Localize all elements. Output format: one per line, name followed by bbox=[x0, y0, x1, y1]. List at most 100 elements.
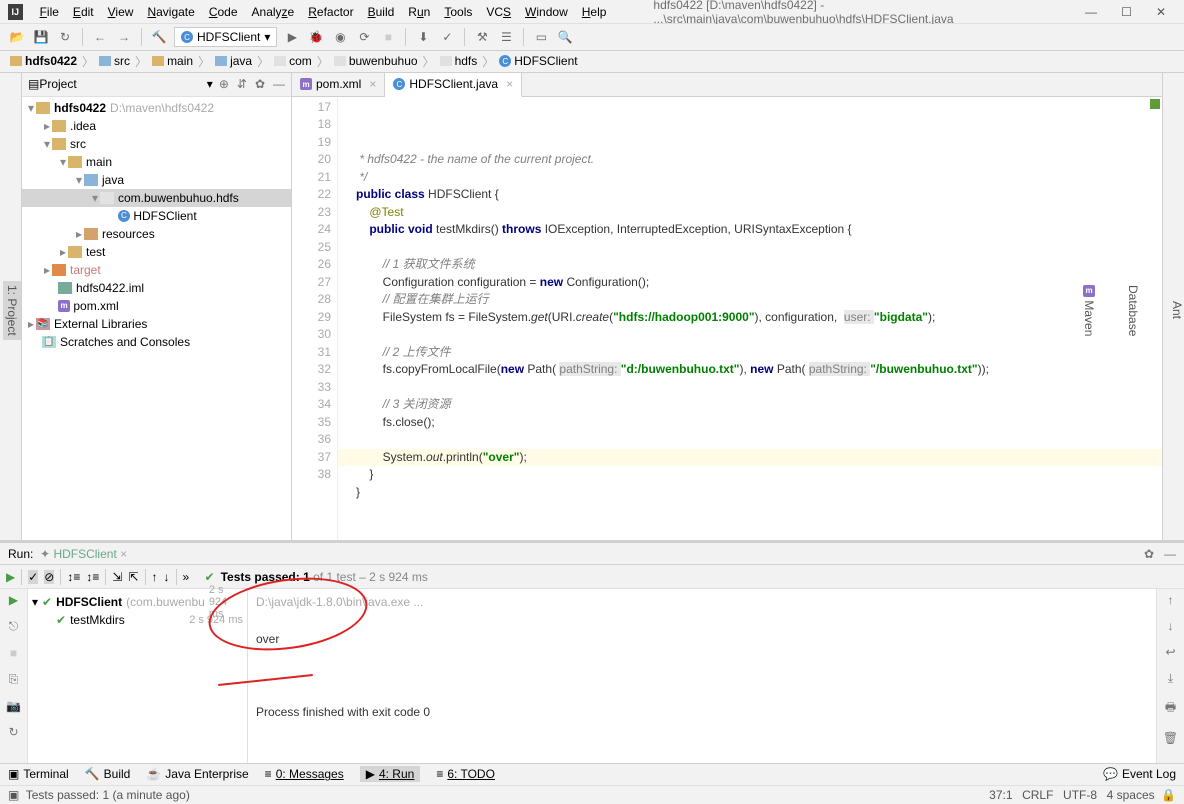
tree-extlib[interactable]: ▸📚External Libraries bbox=[22, 315, 291, 333]
menu-refactor[interactable]: Refactor bbox=[301, 3, 360, 21]
editor-body[interactable]: 1718 19 20 21 222324 252627 282930 31323… bbox=[292, 97, 1162, 541]
export-icon[interactable]: » bbox=[183, 570, 190, 584]
close-icon[interactable]: × bbox=[369, 77, 376, 91]
menu-file[interactable]: File bbox=[33, 3, 66, 21]
coverage-icon[interactable]: ◉ bbox=[331, 28, 349, 46]
tree-src[interactable]: ▾src bbox=[22, 135, 291, 153]
vcs-commit-icon[interactable]: ✓ bbox=[438, 28, 456, 46]
forward-icon[interactable]: → bbox=[115, 28, 133, 46]
expand-icon[interactable]: ⇲ bbox=[112, 570, 122, 584]
crumb-com[interactable]: com bbox=[272, 54, 314, 68]
hide-icon[interactable]: — bbox=[1164, 547, 1176, 561]
crumb-hdfs[interactable]: hdfs bbox=[438, 54, 480, 68]
bottom-eventlog[interactable]: 💬 Event Log bbox=[1103, 767, 1176, 781]
tree-java[interactable]: ▾java bbox=[22, 171, 291, 189]
tree-idea[interactable]: ▸.idea bbox=[22, 117, 291, 135]
menu-edit[interactable]: Edit bbox=[66, 3, 101, 21]
status-pos[interactable]: 37:1 bbox=[989, 788, 1012, 802]
menu-tools[interactable]: Tools bbox=[437, 3, 479, 21]
trash-icon[interactable]: 🗑 bbox=[1163, 731, 1178, 745]
tool-ant[interactable]: Ant bbox=[1170, 301, 1184, 319]
status-indent[interactable]: 4 spaces bbox=[1107, 788, 1155, 802]
menu-code[interactable]: Code bbox=[202, 3, 245, 21]
check-icon[interactable]: ✓ bbox=[28, 570, 38, 584]
stop-icon[interactable]: ■ bbox=[10, 646, 17, 660]
run-icon[interactable]: ▶ bbox=[283, 28, 301, 46]
tree-target[interactable]: ▸target bbox=[22, 261, 291, 279]
menu-analyze[interactable]: Analyze bbox=[245, 3, 302, 21]
tab-pom[interactable]: mpom.xml× bbox=[292, 73, 385, 96]
crumb-buwenbuhuo[interactable]: buwenbuhuo bbox=[332, 54, 420, 68]
up-arrow-icon[interactable]: ↑ bbox=[1168, 593, 1174, 607]
tree-main[interactable]: ▾main bbox=[22, 153, 291, 171]
pin-icon[interactable]: ⎋ bbox=[9, 619, 19, 634]
close-icon[interactable]: × bbox=[506, 77, 513, 91]
down-icon[interactable]: ↓ bbox=[164, 570, 170, 584]
structure-icon[interactable]: ☰ bbox=[497, 28, 515, 46]
run-config-combo[interactable]: C HDFSClient ▾ bbox=[174, 27, 277, 47]
console-output[interactable]: D:\java\jdk-1.8.0\bin\java.exe ... over … bbox=[248, 589, 1156, 763]
menu-help[interactable]: Help bbox=[575, 3, 614, 21]
status-left-icon[interactable]: ▣ bbox=[8, 788, 19, 802]
tree-pkg[interactable]: ▾com.buwenbuhuo.hdfs bbox=[22, 189, 291, 207]
crumb-main[interactable]: main bbox=[150, 54, 195, 68]
line-gutter[interactable]: 1718 19 20 21 222324 252627 282930 31323… bbox=[292, 97, 338, 541]
sync-icon[interactable]: ↻ bbox=[56, 28, 74, 46]
test-root[interactable]: ▾✔HDFSClient (com.buwenbu2 s 924 ms bbox=[32, 593, 243, 611]
crumb-src[interactable]: src bbox=[97, 54, 132, 68]
run-tab[interactable]: ✦ HDFSClient × bbox=[40, 547, 127, 561]
print-icon[interactable]: 🖶 bbox=[1165, 698, 1176, 719]
tool-project[interactable]: 1: Project bbox=[3, 281, 21, 340]
hide-icon[interactable]: — bbox=[273, 77, 285, 91]
menu-navigate[interactable]: Navigate bbox=[140, 3, 201, 21]
maximize-icon[interactable]: ☐ bbox=[1121, 5, 1132, 19]
vcs-update-icon[interactable]: ⬇ bbox=[414, 28, 432, 46]
menu-vcs[interactable]: VCS bbox=[479, 3, 518, 21]
down-arrow-icon[interactable]: ↓ bbox=[1168, 619, 1174, 633]
close-icon[interactable]: ✕ bbox=[1156, 5, 1166, 19]
tree-class[interactable]: C HDFSClient bbox=[22, 207, 291, 225]
gear-icon[interactable]: ✿ bbox=[255, 77, 265, 91]
tree-iml[interactable]: hdfs0422.iml bbox=[22, 279, 291, 297]
stop-icon[interactable]: ■ bbox=[379, 28, 397, 46]
back-icon[interactable]: ← bbox=[91, 28, 109, 46]
debug-icon[interactable]: 🐞 bbox=[307, 28, 325, 46]
restore-icon[interactable]: ↻ bbox=[8, 725, 18, 739]
bottom-terminal[interactable]: ▣ Terminal bbox=[8, 767, 69, 781]
bottom-build[interactable]: 🔨 Build bbox=[85, 767, 131, 781]
status-crlf[interactable]: CRLF bbox=[1022, 788, 1053, 802]
avd-icon[interactable]: ▭ bbox=[532, 28, 550, 46]
code-area[interactable]: * hdfs0422 - the name of the current pro… bbox=[338, 97, 1162, 541]
wrap-icon[interactable]: ↩ bbox=[1165, 645, 1175, 659]
search-icon[interactable]: 🔍 bbox=[556, 28, 574, 46]
locate-icon[interactable]: ⊕ bbox=[219, 77, 229, 91]
rerun-icon[interactable]: ▶ bbox=[9, 593, 18, 607]
tree-scratch[interactable]: 📋Scratches and Consoles bbox=[22, 333, 291, 351]
camera-icon[interactable]: 📷 bbox=[6, 699, 21, 713]
rerun-icon[interactable]: ▶ bbox=[6, 570, 15, 584]
open-icon[interactable]: 📂 bbox=[8, 28, 26, 46]
tab-client[interactable]: CHDFSClient.java× bbox=[385, 73, 522, 97]
bottom-messages[interactable]: ≡ 0: Messages bbox=[265, 767, 344, 781]
test-method[interactable]: ✔testMkdirs2 s 924 ms bbox=[32, 611, 243, 629]
profile-icon[interactable]: ⟳ bbox=[355, 28, 373, 46]
bottom-jee[interactable]: ☕ Java Enterprise bbox=[146, 767, 248, 781]
menu-view[interactable]: View bbox=[101, 3, 141, 21]
bottom-run[interactable]: ▶ 4: Run bbox=[360, 766, 421, 782]
scroll-icon[interactable]: ⤓ bbox=[1168, 671, 1173, 686]
menu-window[interactable]: Window bbox=[518, 3, 575, 21]
collapse-icon[interactable]: ⇵ bbox=[237, 77, 247, 91]
chevron-down-icon[interactable]: ▾ bbox=[207, 77, 213, 91]
lock-icon[interactable]: 🔒 bbox=[1161, 788, 1176, 802]
project-tree[interactable]: ▾hdfs0422D:\maven\hdfs0422 ▸.idea ▾src ▾… bbox=[22, 97, 291, 541]
crumb-java[interactable]: java bbox=[213, 54, 254, 68]
tree-test[interactable]: ▸test bbox=[22, 243, 291, 261]
menu-build[interactable]: Build bbox=[361, 3, 402, 21]
tree-resources[interactable]: ▸resources bbox=[22, 225, 291, 243]
sort-icon[interactable]: ↕≡ bbox=[67, 570, 80, 584]
dump-icon[interactable]: ⎘ bbox=[9, 672, 19, 687]
up-icon[interactable]: ↑ bbox=[152, 570, 158, 584]
status-enc[interactable]: UTF-8 bbox=[1063, 788, 1097, 802]
tree-pom[interactable]: m pom.xml bbox=[22, 297, 291, 315]
crumb-class[interactable]: CHDFSClient bbox=[497, 54, 579, 68]
